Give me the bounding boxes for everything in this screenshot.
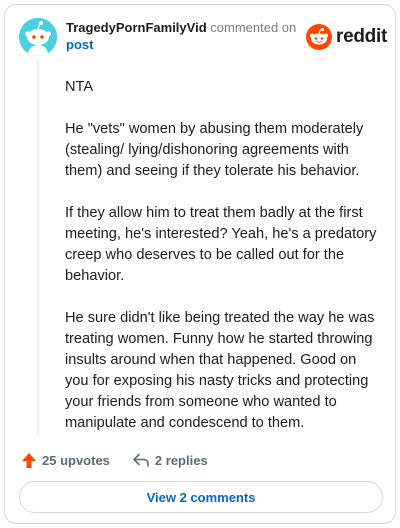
- brand-text: reddit: [336, 26, 387, 47]
- reply-arrow-icon: [133, 453, 149, 467]
- snoo-avatar-icon[interactable]: [19, 18, 57, 56]
- upvote-count: 25 upvotes: [42, 452, 110, 468]
- comment-paragraph: If they allow him to treat them badly at…: [65, 205, 377, 284]
- reddit-brand[interactable]: reddit: [306, 23, 387, 51]
- comment-card: TragedyPornFamilyVid commented on post r…: [4, 4, 396, 524]
- reddit-logo-icon: [306, 24, 333, 50]
- comment-footer: 25 upvotes 2 replies: [21, 449, 208, 471]
- comment-paragraph: He sure didn't like being treated the wa…: [65, 310, 375, 431]
- comment-meta: TragedyPornFamilyVid commented on post: [66, 19, 316, 53]
- view-comments-button[interactable]: View 2 comments: [19, 481, 383, 513]
- reply-button[interactable]: 2 replies: [132, 452, 208, 468]
- action-text: commented on: [210, 20, 297, 35]
- comment-body: NTA He "vets" women by abusing them mode…: [65, 77, 383, 455]
- comment-paragraph: NTA: [65, 79, 94, 95]
- comment-header: TragedyPornFamilyVid commented on post r…: [19, 16, 387, 58]
- upvote-arrow-icon: [22, 452, 36, 468]
- comment-paragraph: He "vets" women by abusing them moderate…: [65, 121, 364, 179]
- reply-count: 2 replies: [154, 452, 208, 468]
- thread-line: [37, 61, 39, 435]
- username-link[interactable]: TragedyPornFamilyVid: [66, 20, 207, 35]
- post-link[interactable]: post: [66, 36, 316, 53]
- upvote-button[interactable]: 25 upvotes: [21, 452, 110, 469]
